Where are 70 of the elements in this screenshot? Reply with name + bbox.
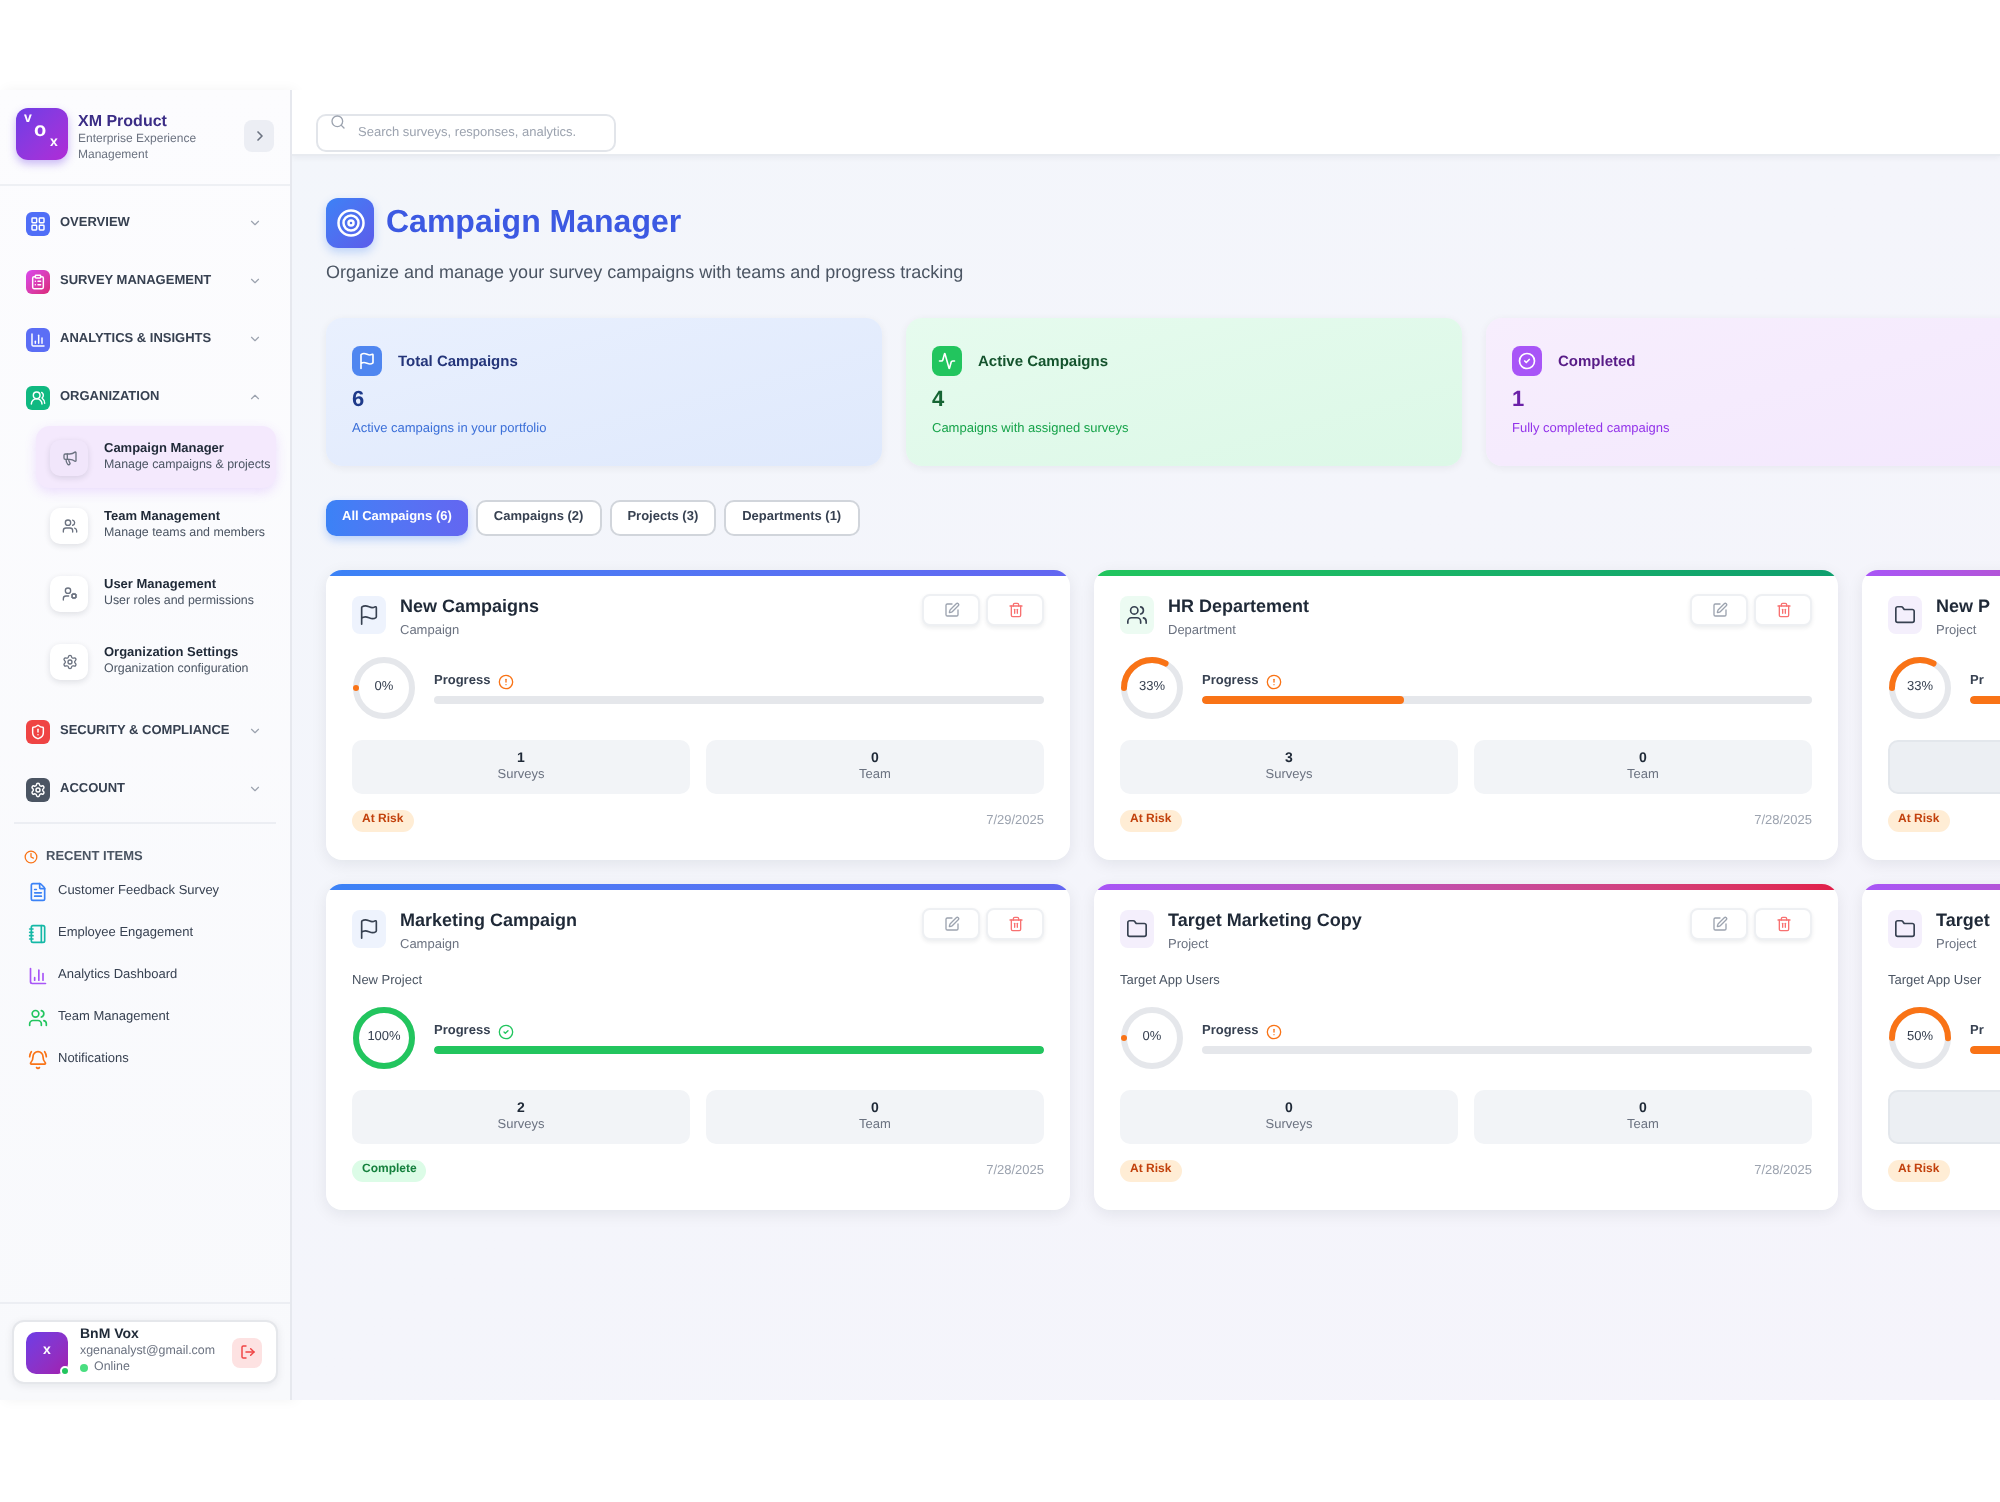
- card-title: New P: [1936, 596, 1991, 618]
- flag-icon: [352, 346, 382, 376]
- delete-button[interactable]: [1754, 908, 1812, 940]
- card-title: New Campaigns: [400, 596, 540, 618]
- bell-icon: [28, 1049, 48, 1069]
- edit-icon: [1711, 602, 1727, 618]
- progress-ring: [352, 1006, 416, 1070]
- collapse-button[interactable]: [244, 120, 274, 152]
- alert-icon: [1266, 1023, 1283, 1039]
- progress-ring: [1888, 1006, 1952, 1070]
- users-icon: [50, 507, 88, 543]
- edit-icon: [1711, 916, 1727, 932]
- target-icon: [326, 198, 374, 248]
- clipboard-icon: [26, 269, 50, 293]
- edit-icon: [943, 602, 959, 618]
- edit-icon: [943, 916, 959, 932]
- alert-icon: [498, 673, 515, 689]
- flag-icon: [352, 596, 386, 634]
- page-title: Campaign Manager: [386, 203, 682, 243]
- alert-icon: [1266, 673, 1283, 689]
- settings-icon: [26, 777, 50, 801]
- settings-icon: [50, 643, 88, 679]
- check-circle-icon: [498, 1023, 515, 1039]
- card-title: Target Marketing Copy: [1168, 910, 1362, 932]
- card-title: Target: [1936, 910, 1990, 932]
- folder-icon: [1888, 910, 1922, 948]
- delete-button[interactable]: [986, 594, 1044, 626]
- folder-icon: [1888, 596, 1922, 634]
- chart-icon: [28, 965, 48, 985]
- shield-icon: [26, 719, 50, 743]
- edit-button[interactable]: [1690, 908, 1748, 940]
- trash-icon: [1775, 602, 1791, 618]
- delete-button[interactable]: [1754, 594, 1812, 626]
- users-icon: [28, 1007, 48, 1027]
- activity-icon: [932, 346, 962, 376]
- grid-icon: [26, 211, 50, 235]
- card-title: Marketing Campaign: [400, 910, 578, 932]
- user-gear-icon: [50, 575, 88, 611]
- progress-ring: [1120, 1006, 1184, 1070]
- chevron-right-icon: [251, 128, 267, 144]
- stat-value: 1: [1512, 388, 1525, 414]
- brand-title: XM Product: [78, 112, 169, 132]
- logo-letter: o: [34, 122, 47, 142]
- clock-icon: [24, 850, 38, 864]
- users-icon: [1120, 596, 1154, 634]
- folder-icon: [1120, 910, 1154, 948]
- logout-button[interactable]: [232, 1337, 262, 1367]
- check-circle-icon: [1512, 346, 1542, 376]
- stat-value: 4: [932, 388, 945, 414]
- users-icon: [26, 385, 50, 409]
- trash-icon: [1007, 602, 1023, 618]
- file-icon: [28, 881, 48, 901]
- notebook-icon: [28, 923, 48, 943]
- card-title: HR Departement: [1168, 596, 1310, 618]
- delete-button[interactable]: [986, 908, 1044, 940]
- edit-button[interactable]: [922, 908, 980, 940]
- stat-value: 6: [352, 388, 365, 414]
- search-icon: [330, 114, 346, 130]
- progress-ring: [1888, 656, 1952, 720]
- progress-ring: [352, 656, 416, 720]
- trash-icon: [1775, 916, 1791, 932]
- edit-button[interactable]: [922, 594, 980, 626]
- megaphone-icon: [50, 439, 88, 475]
- edit-button[interactable]: [1690, 594, 1748, 626]
- trash-icon: [1007, 916, 1023, 932]
- progress-ring: [1120, 656, 1184, 720]
- page-subtitle: Organize and manage your survey campaigns with teams and progress tracking: [326, 262, 964, 284]
- flag-icon: [352, 910, 386, 948]
- logout-icon: [239, 1344, 255, 1360]
- chart-icon: [26, 327, 50, 351]
